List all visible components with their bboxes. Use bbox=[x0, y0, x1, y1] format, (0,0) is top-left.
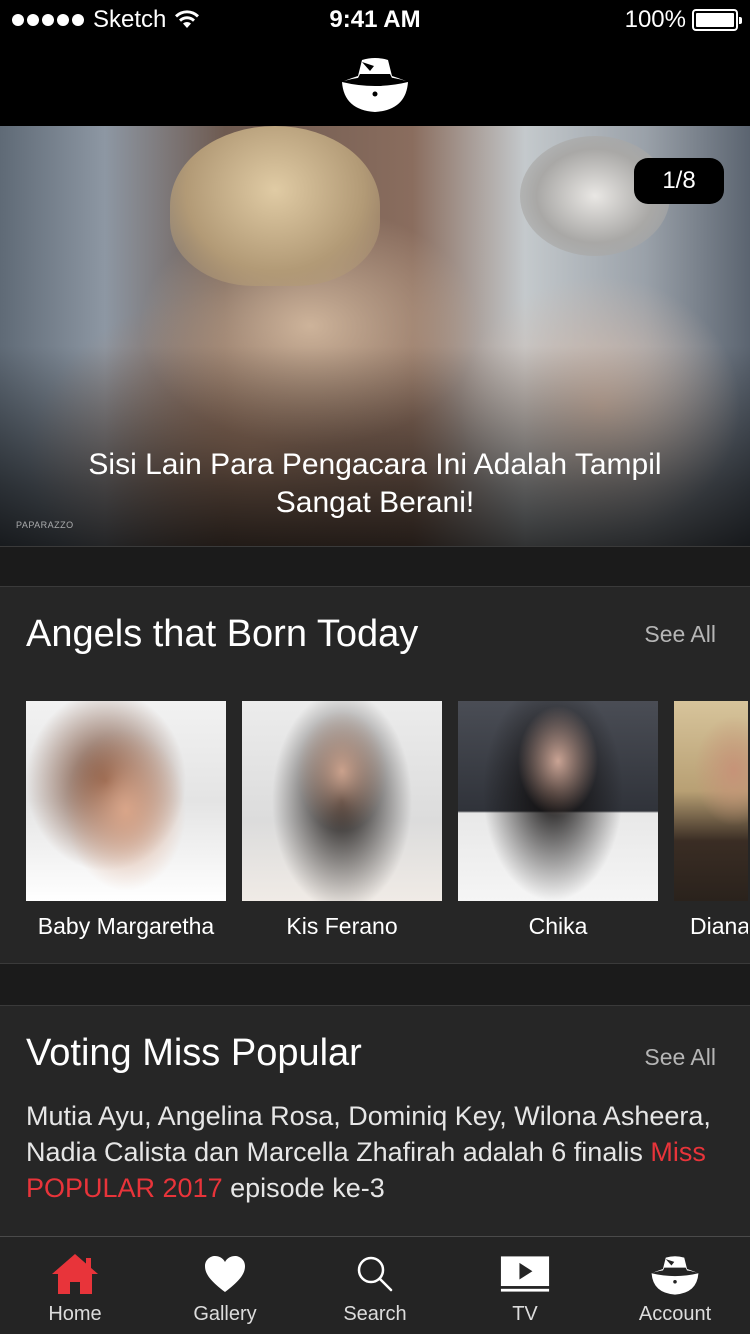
tab-account[interactable]: Account bbox=[600, 1237, 750, 1334]
hero-title[interactable]: Sisi Lain Para Pengacara Ini Adalah Tamp… bbox=[60, 446, 690, 522]
tab-gallery[interactable]: Gallery bbox=[150, 1237, 300, 1334]
angel-card[interactable]: Baby Margaretha bbox=[26, 701, 226, 940]
voting-text: Mutia Ayu, Angelina Rosa, Dominiq Key, W… bbox=[26, 1101, 711, 1167]
hero-watermark: PAPARAZZO bbox=[16, 520, 74, 530]
heart-icon bbox=[200, 1251, 250, 1297]
voting-description[interactable]: Mutia Ayu, Angelina Rosa, Dominiq Key, W… bbox=[26, 1098, 724, 1206]
tab-label: Home bbox=[48, 1303, 102, 1325]
hero-image bbox=[170, 126, 380, 286]
hat-account-icon bbox=[650, 1251, 700, 1297]
voting-section: Voting Miss Popular See All Mutia Ayu, A… bbox=[0, 1006, 750, 1236]
play-tv-icon bbox=[500, 1251, 550, 1297]
see-all-link[interactable]: See All bbox=[644, 1044, 716, 1071]
tab-tv[interactable]: TV bbox=[450, 1237, 600, 1334]
nav-header bbox=[0, 40, 750, 126]
tab-search[interactable]: Search bbox=[300, 1237, 450, 1334]
hero-carousel[interactable]: 1/8 Sisi Lain Para Pengacara Ini Adalah … bbox=[0, 126, 750, 546]
angel-photo bbox=[242, 701, 442, 901]
section-divider bbox=[0, 546, 750, 587]
angels-section: Angels that Born Today See All Baby Marg… bbox=[0, 587, 750, 963]
slide-counter: 1/8 bbox=[634, 158, 724, 204]
battery-percent: 100% bbox=[624, 6, 686, 33]
angel-name: Diana bbox=[690, 913, 748, 939]
search-icon bbox=[350, 1251, 400, 1297]
tab-label: Gallery bbox=[193, 1303, 257, 1325]
status-bar: Sketch 9:41 AM 100% bbox=[0, 0, 750, 40]
battery-icon bbox=[692, 9, 742, 31]
tab-label: TV bbox=[512, 1303, 538, 1325]
hat-logo-icon[interactable] bbox=[340, 52, 410, 114]
angel-card[interactable]: Chika bbox=[458, 701, 658, 940]
angel-photo bbox=[674, 701, 748, 901]
tab-label: Account bbox=[638, 1303, 712, 1325]
angel-photo bbox=[458, 701, 658, 901]
angel-name: Kis Ferano bbox=[286, 913, 398, 939]
tab-bar: Home Gallery Search TV Account bbox=[0, 1236, 750, 1334]
angel-card[interactable]: Kis Ferano bbox=[242, 701, 442, 940]
angel-card[interactable]: Diana bbox=[674, 701, 748, 940]
tab-home[interactable]: Home bbox=[0, 1237, 150, 1334]
section-title: Angels that Born Today bbox=[26, 613, 419, 655]
angel-name: Chika bbox=[528, 913, 588, 939]
angel-name: Baby Margaretha bbox=[37, 913, 215, 939]
voting-text: episode ke-3 bbox=[222, 1173, 385, 1203]
angel-photo bbox=[26, 701, 226, 901]
section-divider bbox=[0, 963, 750, 1006]
see-all-link[interactable]: See All bbox=[644, 621, 716, 648]
section-title: Voting Miss Popular bbox=[26, 1032, 362, 1074]
angels-carousel[interactable]: Baby Margaretha Kis Ferano Chika Diana bbox=[26, 701, 750, 940]
battery-status: 100% bbox=[624, 6, 742, 34]
home-icon bbox=[50, 1251, 100, 1297]
tab-label: Search bbox=[343, 1303, 407, 1325]
